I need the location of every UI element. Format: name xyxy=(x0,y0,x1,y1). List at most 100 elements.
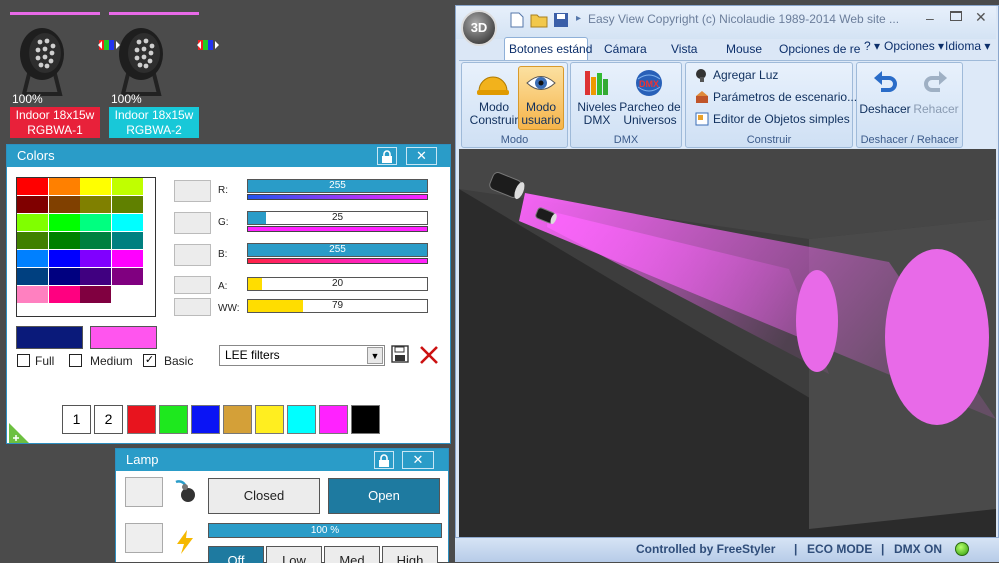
color-palette[interactable] xyxy=(16,177,156,317)
lamp-preset-button[interactable] xyxy=(125,523,163,553)
palette-swatch[interactable] xyxy=(80,196,111,213)
palette-swatch[interactable] xyxy=(17,250,48,267)
quick-color-swatch[interactable] xyxy=(351,405,380,434)
channel-value: 255 xyxy=(329,244,346,255)
lamp-mode-high-button[interactable]: High xyxy=(382,546,438,563)
deshacer-button[interactable]: Deshacer xyxy=(859,103,911,116)
palette-swatch[interactable] xyxy=(48,286,80,303)
palette-swatch[interactable] xyxy=(111,268,143,285)
add-color-icon[interactable] xyxy=(9,423,29,443)
closed-button[interactable]: Closed xyxy=(208,478,320,514)
quick-access-dropdown[interactable]: ▸ xyxy=(576,13,581,24)
colors-window-titlebar[interactable]: Colors ✕ xyxy=(7,145,450,167)
modo-construir-button[interactable]: Modo Construir xyxy=(469,101,519,127)
tab-idioma[interactable]: Idioma ▾ xyxy=(945,36,990,56)
channel-preset-button[interactable] xyxy=(174,180,211,202)
palette-swatch[interactable] xyxy=(80,250,111,267)
palette-swatch[interactable] xyxy=(80,214,111,231)
quick-color-swatch[interactable] xyxy=(287,405,316,434)
palette-swatch[interactable] xyxy=(17,214,48,231)
palette-swatch[interactable] xyxy=(48,268,80,285)
rehacer-button[interactable]: Rehacer xyxy=(911,103,961,116)
channel-slider[interactable]: 79 xyxy=(247,299,428,313)
maximize-button[interactable] xyxy=(950,11,962,21)
tab-vista[interactable]: Vista xyxy=(671,39,697,59)
palette-swatch[interactable] xyxy=(111,178,143,195)
lock-icon[interactable] xyxy=(377,147,397,165)
chevron-down-icon[interactable]: ▼ xyxy=(367,347,383,364)
full-checkbox[interactable] xyxy=(17,354,30,367)
channel-preset-button[interactable] xyxy=(174,298,211,316)
niveles-dmx-label: Niveles DMX xyxy=(577,100,617,127)
channel-slider[interactable]: 255 xyxy=(247,179,428,193)
palette-swatch[interactable] xyxy=(48,196,80,213)
palette-swatch[interactable] xyxy=(80,286,111,303)
quick-color-swatch[interactable] xyxy=(319,405,348,434)
parcheo-universos-button[interactable]: Parcheo de Universos xyxy=(619,101,681,127)
channel-slider[interactable]: 25 xyxy=(247,211,428,225)
minimize-button[interactable]: – xyxy=(926,10,946,26)
palette-swatch[interactable] xyxy=(111,214,143,231)
palette-swatch[interactable] xyxy=(111,286,143,303)
palette-swatch[interactable] xyxy=(17,268,48,285)
open-folder-icon[interactable] xyxy=(530,12,548,28)
close-button[interactable]: ✕ xyxy=(975,9,987,26)
lamp-mode-med-button[interactable]: Med xyxy=(324,546,380,563)
lamp-window-titlebar[interactable]: Lamp ✕ xyxy=(116,449,448,471)
palette-swatch[interactable] xyxy=(111,232,143,249)
tab-mouse[interactable]: Mouse xyxy=(726,39,762,59)
current-color-a[interactable] xyxy=(16,326,83,349)
memory-slot-button[interactable]: 2 xyxy=(94,405,123,434)
niveles-dmx-button[interactable]: Niveles DMX xyxy=(572,101,622,127)
current-color-b[interactable] xyxy=(90,326,157,349)
agregar-luz-button[interactable]: Agregar Luz xyxy=(713,68,778,82)
palette-swatch[interactable] xyxy=(48,250,80,267)
palette-swatch[interactable] xyxy=(48,214,80,231)
close-button[interactable]: ✕ xyxy=(402,451,434,469)
lamp-mode-low-button[interactable]: Low xyxy=(266,546,322,563)
palette-swatch[interactable] xyxy=(48,178,80,195)
quick-color-swatch[interactable] xyxy=(223,405,252,434)
palette-swatch[interactable] xyxy=(48,232,80,249)
palette-swatch[interactable] xyxy=(80,232,111,249)
quick-color-swatch[interactable] xyxy=(191,405,220,434)
tab-opciones-de-render[interactable]: Opciones de re xyxy=(779,39,860,59)
delete-icon[interactable] xyxy=(419,345,439,365)
palette-swatch[interactable] xyxy=(17,286,48,303)
palette-swatch[interactable] xyxy=(17,178,48,195)
palette-swatch[interactable] xyxy=(111,250,143,267)
basic-checkbox[interactable]: ✓ xyxy=(143,354,156,367)
palette-swatch[interactable] xyxy=(17,232,48,249)
shutter-preset-button[interactable] xyxy=(125,477,163,507)
quick-color-swatch[interactable] xyxy=(159,405,188,434)
parametros-escenario-button[interactable]: Parámetros de escenario... xyxy=(713,90,857,104)
lamp-mode-off-button[interactable]: Off xyxy=(208,546,264,563)
open-button[interactable]: Open xyxy=(328,478,440,514)
app-logo[interactable]: 3D xyxy=(461,10,497,46)
tab-opciones[interactable]: Opciones ▾ xyxy=(884,36,944,56)
save-icon[interactable] xyxy=(391,345,409,363)
dmx-status-led-icon xyxy=(955,542,969,556)
tab-help[interactable]: ? ▾ xyxy=(864,36,880,56)
save-icon[interactable] xyxy=(553,12,569,28)
palette-swatch[interactable] xyxy=(80,268,111,285)
channel-slider[interactable]: 255 xyxy=(247,243,428,257)
quick-color-swatch[interactable] xyxy=(127,405,156,434)
channel-preset-button[interactable] xyxy=(174,276,211,294)
viewport-3d[interactable] xyxy=(459,149,996,537)
memory-slot-button[interactable]: 1 xyxy=(62,405,91,434)
new-file-icon[interactable] xyxy=(510,12,524,28)
channel-slider[interactable]: 20 xyxy=(247,277,428,291)
palette-swatch[interactable] xyxy=(111,196,143,213)
quick-color-swatch[interactable] xyxy=(255,405,284,434)
filter-select[interactable]: LEE filters ▼ xyxy=(219,345,385,366)
editor-objetos-button[interactable]: Editor de Objetos simples xyxy=(713,112,850,126)
channel-preset-button[interactable] xyxy=(174,212,211,234)
channel-preset-button[interactable] xyxy=(174,244,211,266)
medium-checkbox[interactable] xyxy=(69,354,82,367)
tab-camara[interactable]: Cámara xyxy=(604,39,647,59)
lock-icon[interactable] xyxy=(374,451,394,469)
palette-swatch[interactable] xyxy=(17,196,48,213)
close-button[interactable]: ✕ xyxy=(406,147,437,165)
palette-swatch[interactable] xyxy=(80,178,111,195)
